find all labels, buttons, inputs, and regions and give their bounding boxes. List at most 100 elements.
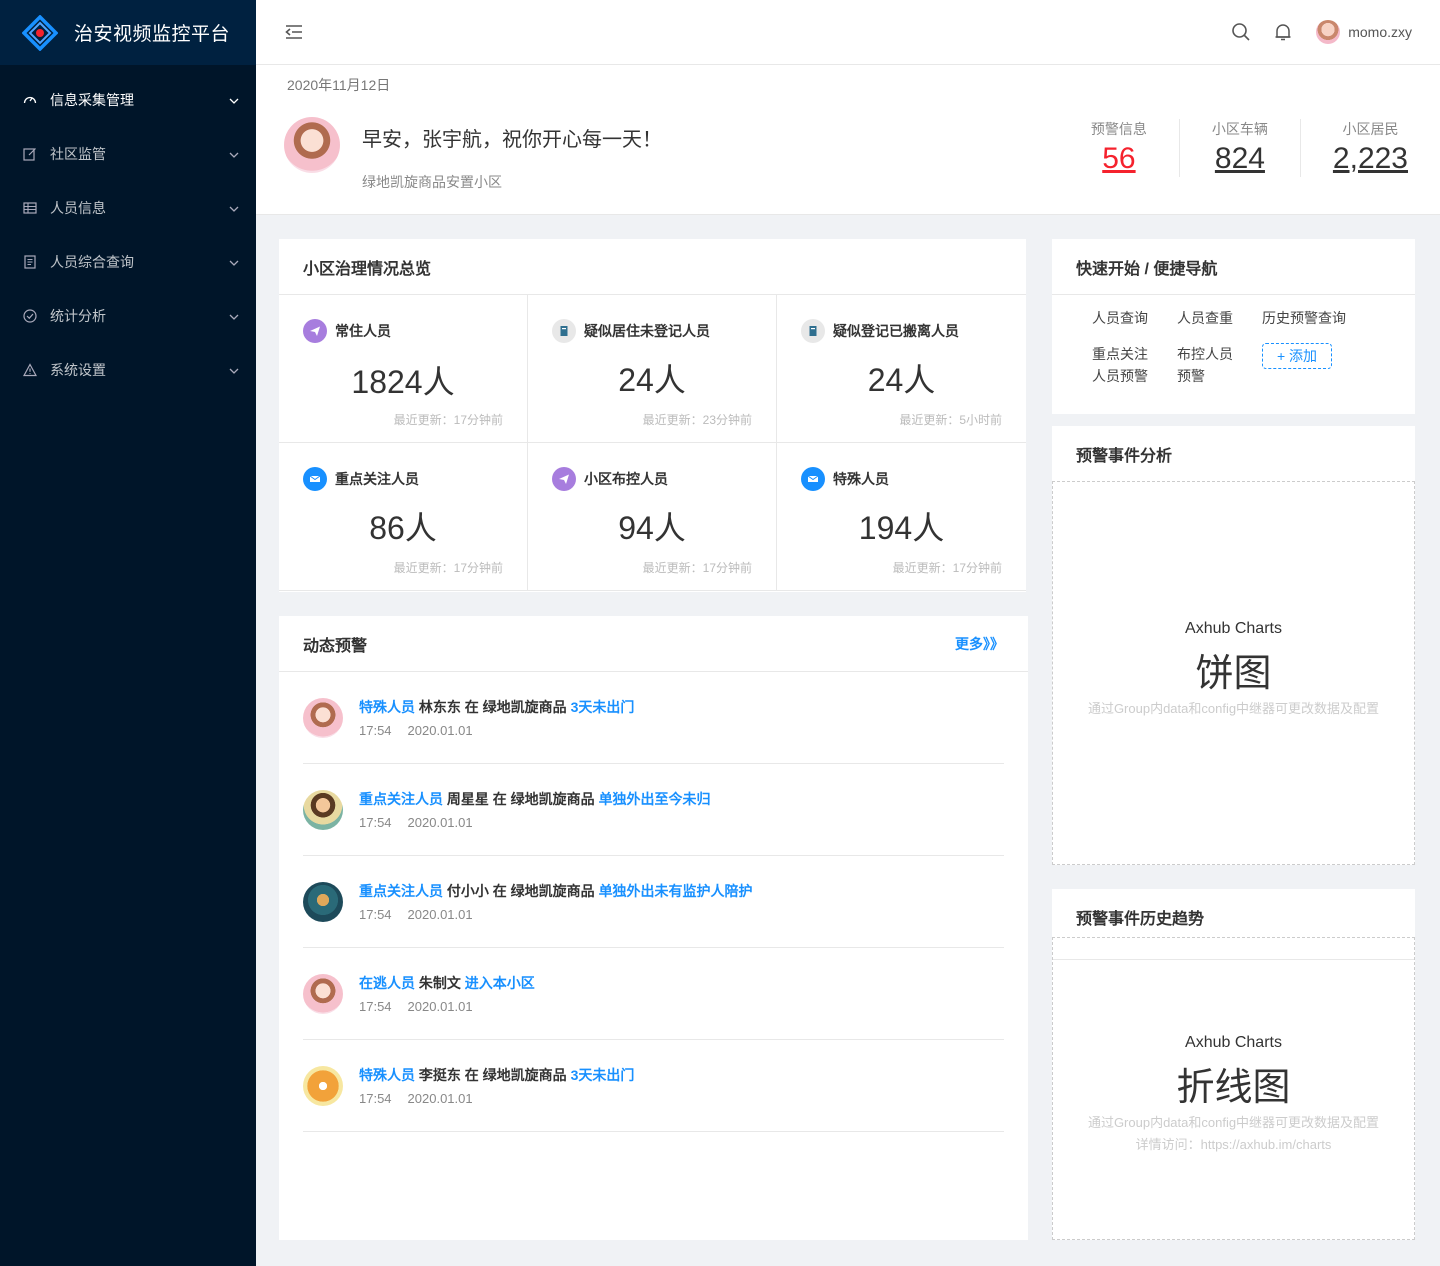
app-title: 治安视频监控平台 <box>74 24 231 45</box>
card-title: 快速开始 / 便捷导航 <box>1052 239 1415 295</box>
sidebar-item-community[interactable]: 社区监管 <box>0 127 256 181</box>
alert-trend-card: 预警事件历史趋势 Axhub Charts 折线图 通过Group内data和c… <box>1052 889 1415 1240</box>
alert-meta: 17:54 2020.01.01 <box>359 907 753 922</box>
sidebar-item-personnel[interactable]: 人员信息 <box>0 181 256 235</box>
book-icon <box>552 319 576 343</box>
overview-cell-special[interactable]: 特殊人员 194人 最近更新：17分钟前 <box>777 443 1026 591</box>
alert-time: 17:54 <box>359 723 392 738</box>
list-item[interactable]: 在逃人员 朱制文 进入本小区 17:54 2020.01.01 <box>303 948 1004 1040</box>
logo-bar: 治安视频监控平台 <box>0 0 256 65</box>
chevron-down-icon <box>228 310 240 322</box>
alert-time: 17:54 <box>359 907 392 922</box>
list-item[interactable]: 特殊人员 李挺东 在 绿地凯旋商品 3天未出门 17:54 2020.01.01 <box>303 1040 1004 1132</box>
alert-location: 在 绿地凯旋商品 <box>492 883 595 899</box>
last-updated: 最近更新：17分钟前 <box>642 561 752 575</box>
overview-value: 24人 <box>618 362 686 398</box>
alert-date: 2020.01.01 <box>407 1091 473 1106</box>
sidebar-item-statistics[interactable]: 统计分析 <box>0 289 256 343</box>
card-header: 动态预警 更多》》 <box>279 616 1028 672</box>
community-name: 绿地凯旋商品安置小区 <box>362 174 502 190</box>
alert-time: 17:54 <box>359 1091 392 1106</box>
alert-tag[interactable]: 重点关注人员 <box>359 883 443 899</box>
pie-chart-placeholder: Axhub Charts 饼图 通过Group内data和config中继器可更… <box>1052 481 1415 865</box>
list-item[interactable]: 重点关注人员 付小小 在 绿地凯旋商品 单独外出未有监护人陪护 17:54 202… <box>303 856 1004 948</box>
mail-icon <box>801 467 825 491</box>
sidebar-item-label: 人员综合查询 <box>50 254 134 270</box>
sidebar-item-label: 信息采集管理 <box>50 92 134 108</box>
alert-tag[interactable]: 特殊人员 <box>359 699 415 715</box>
stat-alerts[interactable]: 预警信息 56 <box>1059 119 1179 177</box>
alert-text: 在逃人员 朱制文 进入本小区 <box>359 973 535 993</box>
stat-label: 小区车辆 <box>1211 121 1268 137</box>
alert-tag[interactable]: 在逃人员 <box>359 975 415 991</box>
summary-stats: 预警信息 56 小区车辆 824 小区居民 2,223 <box>1059 119 1408 177</box>
overview-cell-moved-out[interactable]: 疑似登记已搬离人员 24人 最近更新：5小时前 <box>777 295 1026 443</box>
alert-text: 特殊人员 林东东 在 绿地凯旋商品 3天未出门 <box>359 697 634 717</box>
alert-event[interactable]: 单独外出至今未归 <box>599 791 711 807</box>
alert-analysis-card: 预警事件分析 Axhub Charts 饼图 通过Group内data和conf… <box>1052 426 1415 865</box>
overview-value: 86人 <box>369 510 437 546</box>
last-updated: 最近更新：17分钟前 <box>892 561 1002 575</box>
quick-link-person-search[interactable]: 人员查询 <box>1092 307 1177 329</box>
stat-label: 小区居民 <box>1342 121 1399 137</box>
overview-cell-header: 疑似登记已搬离人员 <box>801 319 959 343</box>
overview-cell-surveillance[interactable]: 小区布控人员 94人 最近更新：17分钟前 <box>528 443 777 591</box>
more-link[interactable]: 更多》》 <box>955 634 1004 654</box>
avatar <box>303 789 343 830</box>
overview-label: 常住人员 <box>335 323 391 339</box>
sidebar-item-query[interactable]: 人员综合查询 <box>0 235 256 289</box>
alert-body: 在逃人员 朱制文 进入本小区 17:54 2020.01.01 <box>359 973 535 1014</box>
alert-person: 李挺东 <box>418 1067 461 1083</box>
greeting-text: 早安，张宇航，祝你开心每一天！ <box>362 129 662 151</box>
send-icon <box>552 467 576 491</box>
card-title: 动态预警 <box>303 637 368 655</box>
quick-add-wrapper: + 添加 <box>1262 343 1372 387</box>
alert-event[interactable]: 单独外出未有监护人陪护 <box>599 883 753 899</box>
overview-label: 特殊人员 <box>833 471 889 487</box>
sidebar-item-info-collection[interactable]: 信息采集管理 <box>0 73 256 127</box>
current-date: 2020年11月12日 <box>287 77 391 93</box>
alert-date: 2020.01.01 <box>407 999 473 1014</box>
alert-event[interactable]: 3天未出门 <box>571 699 635 715</box>
edit-icon <box>22 146 38 162</box>
menu-fold-icon[interactable] <box>284 22 304 42</box>
sidebar-item-label: 统计分析 <box>50 308 106 324</box>
list-item[interactable]: 特殊人员 林东东 在 绿地凯旋商品 3天未出门 17:54 2020.01.01 <box>303 672 1004 764</box>
quick-link-alert-history[interactable]: 历史预警查询 <box>1262 307 1372 329</box>
list-item[interactable]: 重点关注人员 周星星 在 绿地凯旋商品 单独外出至今未归 17:54 2020.0… <box>303 764 1004 856</box>
alert-event[interactable]: 进入本小区 <box>465 975 535 991</box>
overview-cell-key-persons[interactable]: 重点关注人员 86人 最近更新：17分钟前 <box>279 443 528 591</box>
overview-cell-residents[interactable]: 常住人员 1824人 最近更新：17分钟前 <box>279 295 528 443</box>
overview-cell-unregistered[interactable]: 疑似居住未登记人员 24人 最近更新：23分钟前 <box>528 295 777 443</box>
alert-text: 重点关注人员 付小小 在 绿地凯旋商品 单独外出未有监护人陪护 <box>359 881 753 901</box>
quick-link-surveillance-alert[interactable]: 布控人员预警 <box>1177 343 1237 387</box>
line-chart-placeholder: Axhub Charts 折线图 通过Group内data和config中继器可… <box>1052 937 1415 1240</box>
warning-icon <box>22 362 38 378</box>
alert-tag[interactable]: 特殊人员 <box>359 1067 415 1083</box>
alert-tag[interactable]: 重点关注人员 <box>359 791 443 807</box>
overview-card: 小区治理情况总览 常住人员 1824人 最近更新：17分钟前 疑似居住未登记人员… <box>279 239 1026 592</box>
quick-link-duplicate-check[interactable]: 人员查重 <box>1177 307 1262 329</box>
alert-location: 在 绿地凯旋商品 <box>492 791 595 807</box>
stat-vehicles[interactable]: 小区车辆 824 <box>1178 119 1300 177</box>
alert-list: 特殊人员 林东东 在 绿地凯旋商品 3天未出门 17:54 2020.01.01 … <box>279 672 1028 1132</box>
avatar <box>303 697 343 738</box>
search-icon[interactable] <box>1230 21 1252 43</box>
welcome-panel: 2020年11月12日 早安，张宇航，祝你开心每一天！ 绿地凯旋商品安置小区 预… <box>256 65 1440 215</box>
chart-type-label: 饼图 <box>1195 653 1272 695</box>
quick-link-key-person-alert[interactable]: 重点关注人员预警 <box>1092 343 1152 387</box>
sidebar-item-settings[interactable]: 系统设置 <box>0 343 256 397</box>
alert-body: 特殊人员 林东东 在 绿地凯旋商品 3天未出门 17:54 2020.01.01 <box>359 697 634 738</box>
overview-value: 24人 <box>867 362 936 398</box>
alert-body: 重点关注人员 付小小 在 绿地凯旋商品 单独外出未有监护人陪护 17:54 202… <box>359 881 753 922</box>
stat-residents[interactable]: 小区居民 2,223 <box>1299 119 1408 177</box>
alerts-card: 动态预警 更多》》 特殊人员 林东东 在 绿地凯旋商品 3天未出门 17:54 2… <box>279 616 1028 1240</box>
avatar <box>303 1065 343 1106</box>
overview-cell-header: 特殊人员 <box>801 467 889 491</box>
add-shortcut-button[interactable]: + 添加 <box>1262 343 1332 369</box>
bell-icon[interactable] <box>1272 21 1294 43</box>
chevron-down-icon <box>228 94 240 106</box>
overview-grid: 常住人员 1824人 最近更新：17分钟前 疑似居住未登记人员 24人 最近更新… <box>279 295 1026 591</box>
alert-event[interactable]: 3天未出门 <box>571 1067 635 1083</box>
user-menu[interactable]: momo.zxy <box>1316 20 1412 44</box>
